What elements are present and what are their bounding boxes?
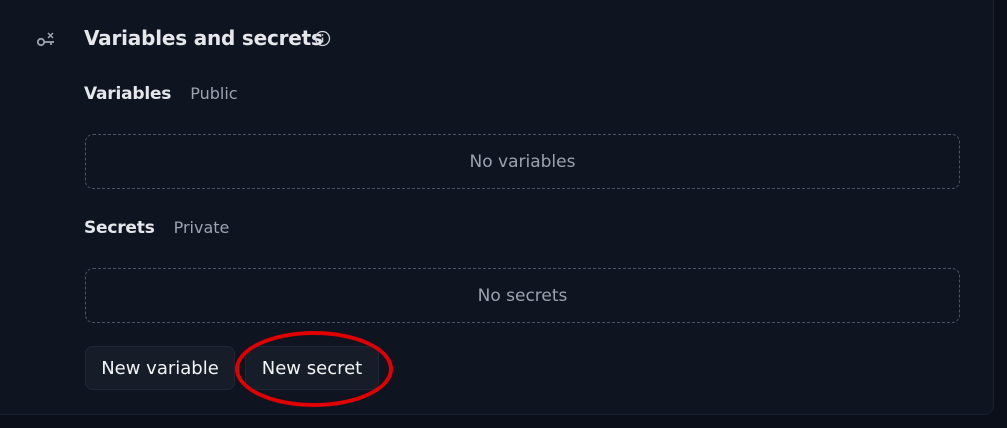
section-title: Variables and secrets: [84, 26, 323, 50]
variables-secrets-card: Variables and secrets Variables Public N…: [0, 0, 994, 415]
secrets-empty-state: No secrets: [85, 268, 960, 323]
secrets-title: Secrets: [84, 218, 155, 238]
secrets-header: Secrets Private: [84, 218, 229, 238]
variables-subtitle: Public: [190, 84, 238, 103]
new-secret-button[interactable]: New secret: [245, 346, 379, 390]
new-variable-button[interactable]: New variable: [85, 346, 235, 390]
variables-empty-state: No variables: [85, 134, 960, 189]
settings-panel: Variables and secrets Variables Public N…: [0, 0, 1007, 428]
info-icon[interactable]: [314, 30, 331, 47]
variables-title: Variables: [84, 84, 172, 104]
variables-header: Variables Public: [84, 84, 238, 104]
secrets-subtitle: Private: [173, 218, 230, 237]
key-icon: [35, 29, 57, 51]
